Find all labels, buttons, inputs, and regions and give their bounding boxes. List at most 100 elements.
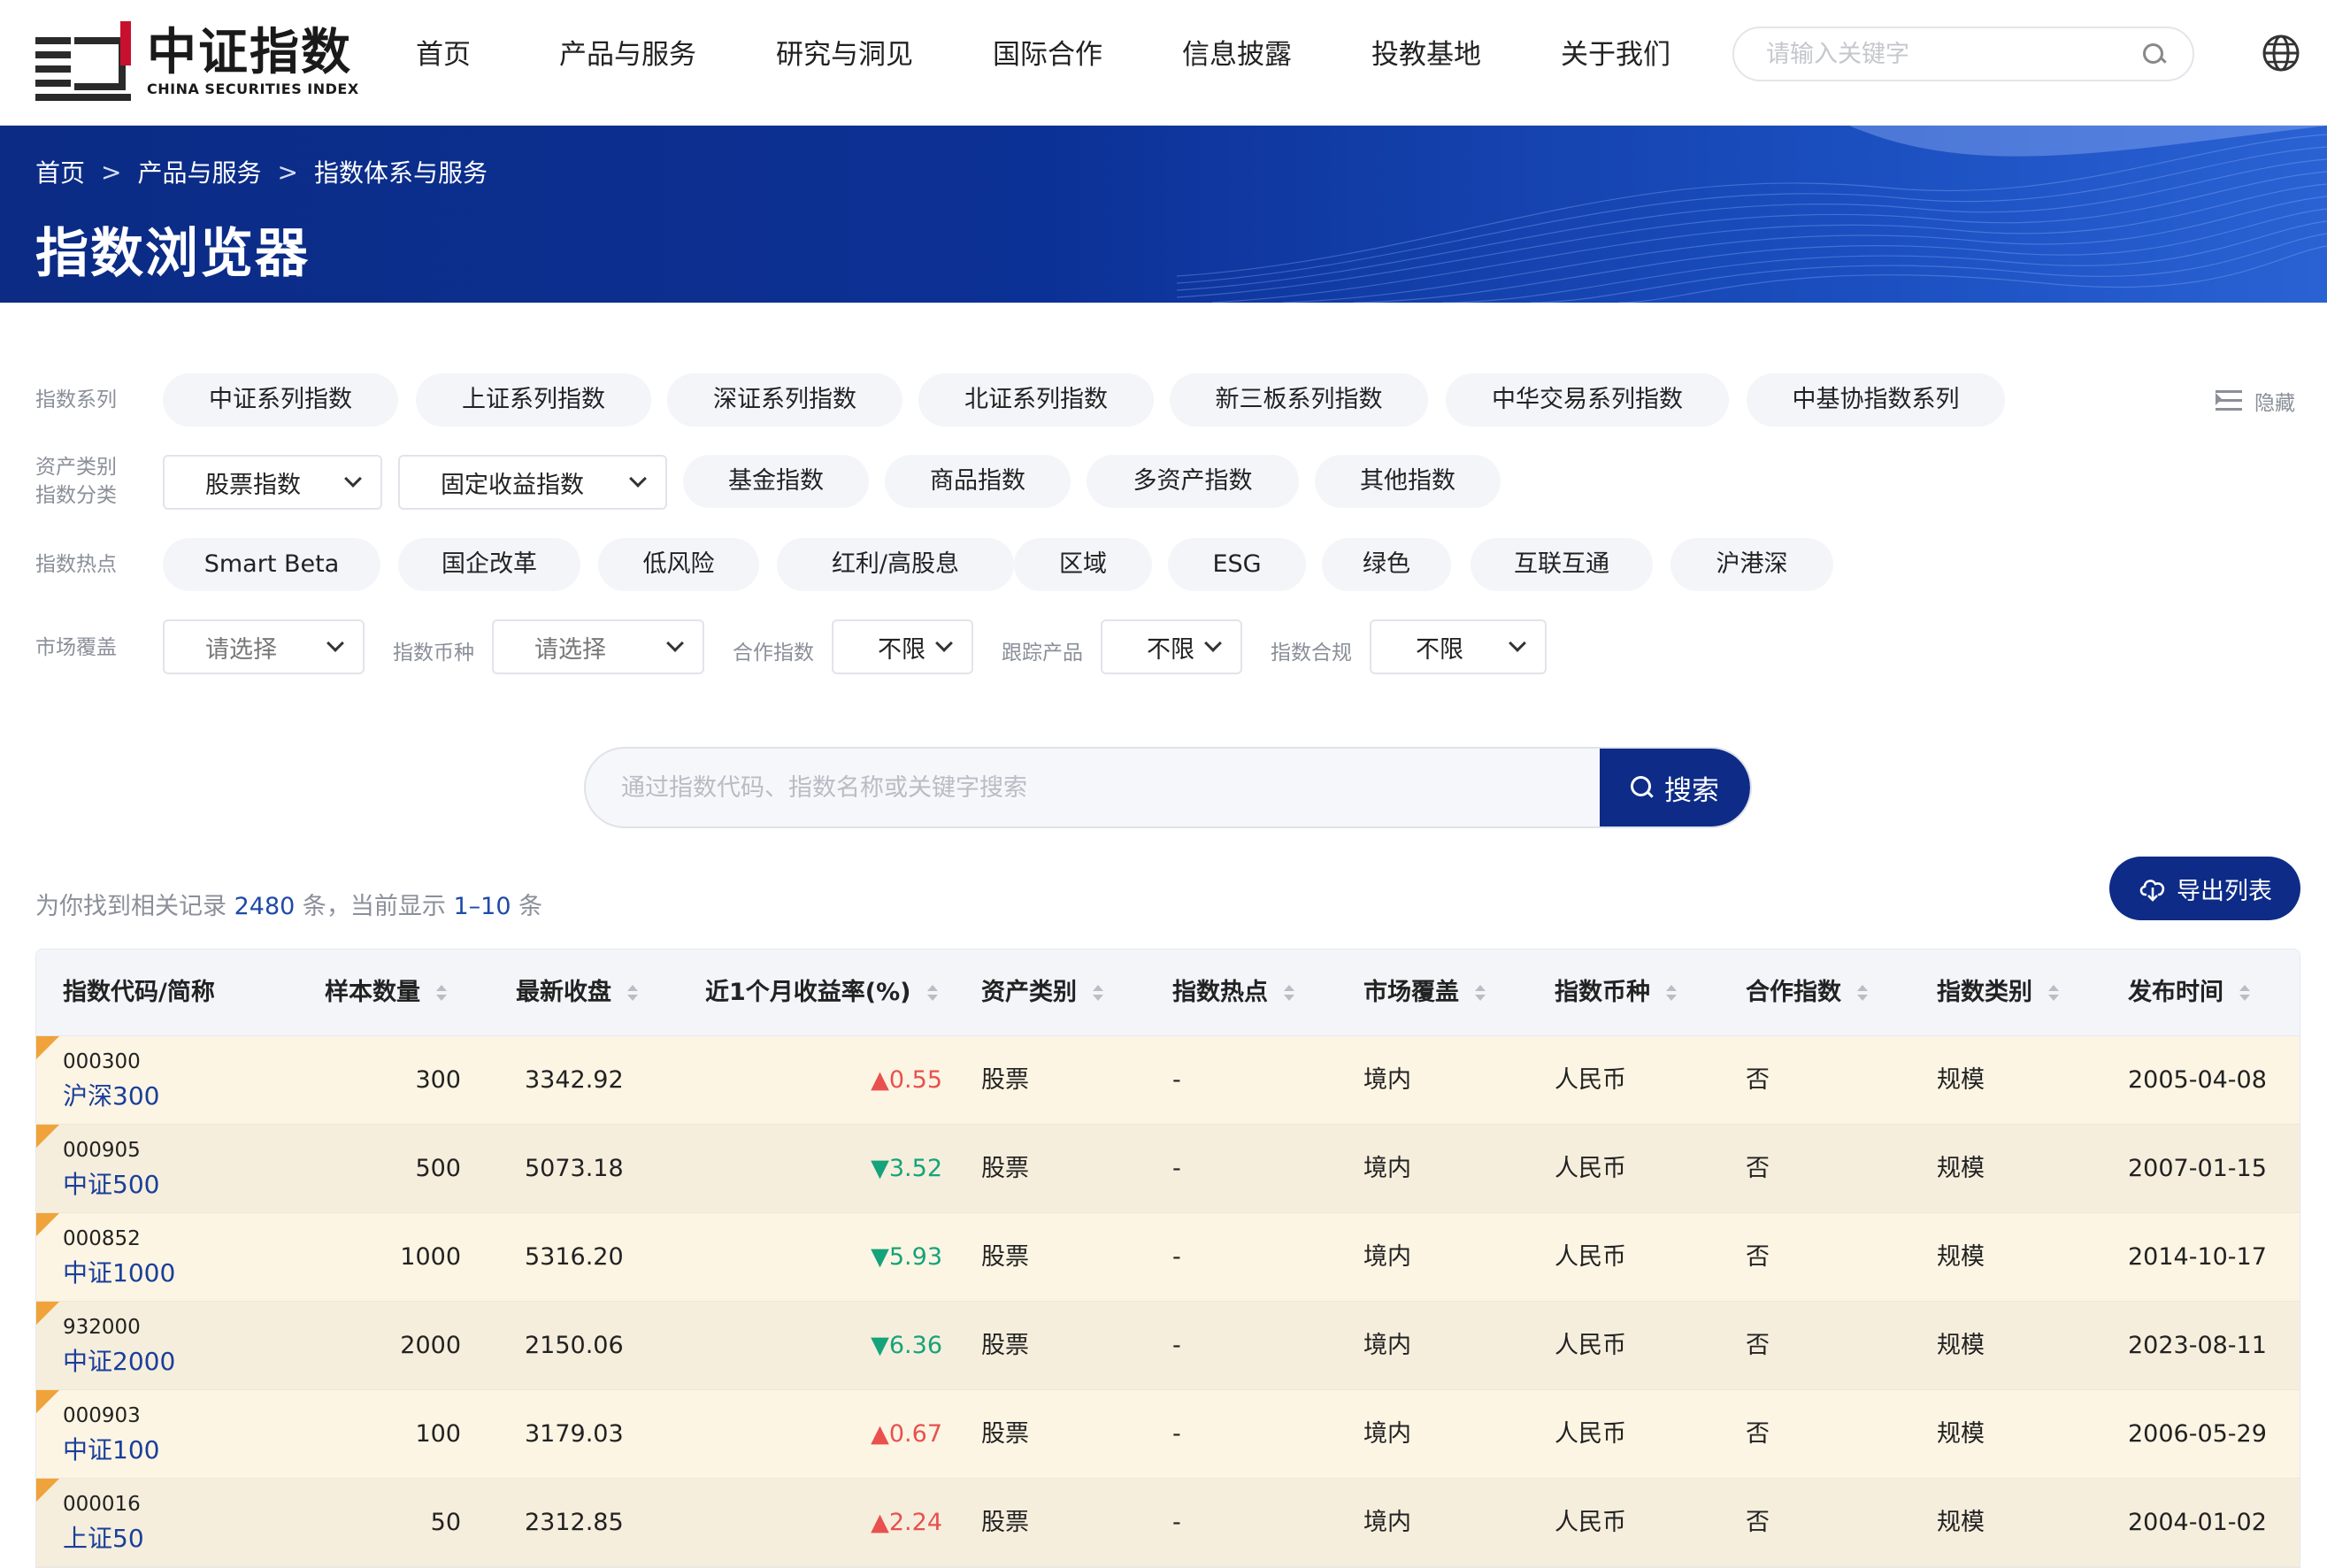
filter-hot-smart-beta[interactable]: Smart Beta [163,538,380,591]
search-icon[interactable] [2141,42,2166,66]
filter-asset-stock-dropdown[interactable]: 股票指数 [163,455,382,510]
cell-coop: 否 [1746,1243,1770,1271]
cell-market: 境内 [1363,1155,1411,1182]
cell-release-date: 2007-01-15 [2128,1155,2267,1182]
cell-coop: 否 [1746,1509,1770,1536]
filter-series-szse[interactable]: 深证系列指数 [667,373,902,427]
col-header-latest-close[interactable]: 最新收盘 [516,949,638,1036]
index-name-link[interactable]: 中证1000 [63,1256,175,1291]
filter-label-comply: 指数合规 [1271,642,1352,665]
filter-hot-shhksz[interactable]: 沪港深 [1670,538,1833,591]
cell-coop: 否 [1746,1332,1770,1359]
breadcrumb-home[interactable]: 首页 [35,154,85,189]
cell-1m-return: ▼3.52 [871,1155,942,1182]
col-header-1m-return[interactable]: 近1个月收益率(%) [705,949,938,1036]
table-row[interactable]: 000903 中证100 100 3179.03 ▲0.67 股票 - 境内 人民… [36,1390,2300,1479]
filter-row-series: 指数系列 中证系列指数 上证系列指数 深证系列指数 北证系列指数 新三板系列指数… [0,373,2327,427]
cell-hot-topic: - [1172,1420,1181,1448]
filter-hot-low-risk[interactable]: 低风险 [598,538,759,591]
sort-icon [926,983,938,1003]
currency-select[interactable]: 请选择 [492,619,704,674]
filter-series-amac[interactable]: 中基协指数系列 [1747,373,2005,427]
index-search-input[interactable] [586,749,1600,826]
breadcrumb-index-system[interactable]: 指数体系与服务 [314,154,488,189]
breadcrumb: 首页 > 产品与服务 > 指数体系与服务 [35,154,488,189]
index-name-link[interactable]: 中证500 [63,1167,159,1203]
index-name-link[interactable]: 中证100 [63,1433,159,1468]
globe-icon[interactable] [2262,34,2300,73]
filter-hot-soe-reform[interactable]: 国企改革 [398,538,580,591]
filter-hot-green[interactable]: 绿色 [1322,538,1451,591]
table-row[interactable]: 000016 上证50 50 2312.85 ▲2.24 股票 - 境内 人民币 … [36,1479,2300,1567]
search-button[interactable]: 搜索 [1600,749,1750,826]
sort-icon [1666,983,1677,1003]
site-header: 中证指数 CHINA SECURITIES INDEX 首页 产品与服务 研究与… [0,0,2327,126]
top-search-input[interactable] [1766,40,2141,68]
nav-item-disclosure[interactable]: 信息披露 [1182,34,1292,76]
filter-series-csi[interactable]: 中证系列指数 [163,373,398,427]
table-row[interactable]: 000852 中证1000 1000 5316.20 ▼5.93 股票 - 境内 … [36,1213,2300,1302]
cell-market: 境内 [1363,1066,1411,1094]
breadcrumb-products[interactable]: 产品与服务 [137,154,261,189]
nav-item-education[interactable]: 投教基地 [1371,34,1481,76]
cell-1m-return: ▲0.67 [871,1420,942,1448]
breadcrumb-separator: > [277,157,298,187]
table-row[interactable]: 000905 中证500 500 5073.18 ▼3.52 股票 - 境内 人民… [36,1125,2300,1213]
chevron-down-icon [666,634,684,652]
index-name-link[interactable]: 沪深300 [63,1079,159,1114]
cell-category: 规模 [1937,1066,1985,1094]
cell-asset-class: 股票 [981,1155,1029,1182]
coop-index-select[interactable]: 不限 [832,619,973,674]
export-list-button[interactable]: 导出列表 [2109,857,2300,920]
filter-hot-connect[interactable]: 互联互通 [1471,538,1653,591]
filter-asset-multi[interactable]: 多资产指数 [1087,455,1299,508]
nav-item-international[interactable]: 国际合作 [993,34,1102,76]
cloud-download-icon [2139,880,2165,902]
filter-asset-fixed-income-label: 固定收益指数 [441,471,584,499]
index-name-link[interactable]: 上证50 [63,1521,144,1556]
filter-asset-commodity[interactable]: 商品指数 [885,455,1071,508]
nav-item-research[interactable]: 研究与洞见 [776,34,913,76]
filter-hot-region[interactable]: 区域 [1014,538,1152,591]
cell-release-date: 2005-04-08 [2128,1066,2267,1094]
filter-series-neeq[interactable]: 新三板系列指数 [1170,373,1428,427]
filter-hot-dividend[interactable]: 红利/高股息 [777,538,1014,591]
index-name-link[interactable]: 中证2000 [63,1344,175,1380]
hide-filters-button[interactable]: 隐藏 [2216,386,2295,416]
result-prefix: 为你找到相关记录 [35,893,227,920]
nav-item-about[interactable]: 关于我们 [1561,34,1670,76]
market-coverage-select[interactable]: 请选择 [163,619,365,674]
table-row[interactable]: 000300 沪深300 300 3342.92 ▲0.55 股票 - 境内 人民… [36,1036,2300,1125]
filter-asset-stock-label: 股票指数 [205,471,301,499]
col-header-market[interactable]: 市场覆盖 [1363,949,1486,1036]
nav-item-home[interactable]: 首页 [416,34,471,76]
cell-currency: 人民币 [1555,1155,1626,1182]
filter-asset-fixed-income-dropdown[interactable]: 固定收益指数 [398,455,667,510]
table-row[interactable]: 932000 中证2000 2000 2150.06 ▼6.36 股票 - 境内 … [36,1302,2300,1390]
filter-asset-fund[interactable]: 基金指数 [683,455,869,508]
filter-series-bse[interactable]: 北证系列指数 [918,373,1154,427]
col-header-coop[interactable]: 合作指数 [1746,949,1868,1036]
main-nav: 首页 产品与服务 研究与洞见 国际合作 信息披露 投教基地 关于我们 [416,34,1670,76]
logo-mark-icon [35,21,131,101]
col-header-asset-class[interactable]: 资产类别 [981,949,1103,1036]
filter-hot-esg[interactable]: ESG [1168,538,1306,591]
result-mid: 条，当前显示 [302,893,446,920]
col-header-hot-topic[interactable]: 指数热点 [1172,949,1294,1036]
sort-icon [1284,983,1294,1003]
export-list-label: 导出列表 [2177,877,2272,905]
col-header-sample-count[interactable]: 样本数量 [325,949,447,1036]
filter-series-cesc[interactable]: 中华交易系列指数 [1446,373,1729,427]
tracking-product-select[interactable]: 不限 [1101,619,1242,674]
col-header-release-date[interactable]: 发布时间 [2128,949,2250,1036]
compliance-select[interactable]: 不限 [1370,619,1547,674]
col-header-category[interactable]: 指数类别 [1937,949,2059,1036]
filter-asset-other[interactable]: 其他指数 [1315,455,1501,508]
cell-market: 境内 [1363,1243,1411,1271]
col-header-currency[interactable]: 指数币种 [1555,949,1677,1036]
logo[interactable]: 中证指数 CHINA SECURITIES INDEX [35,12,359,110]
index-code: 000903 [63,1404,141,1427]
sort-icon [1093,983,1103,1003]
nav-item-products[interactable]: 产品与服务 [559,34,696,76]
filter-series-sse[interactable]: 上证系列指数 [416,373,651,427]
